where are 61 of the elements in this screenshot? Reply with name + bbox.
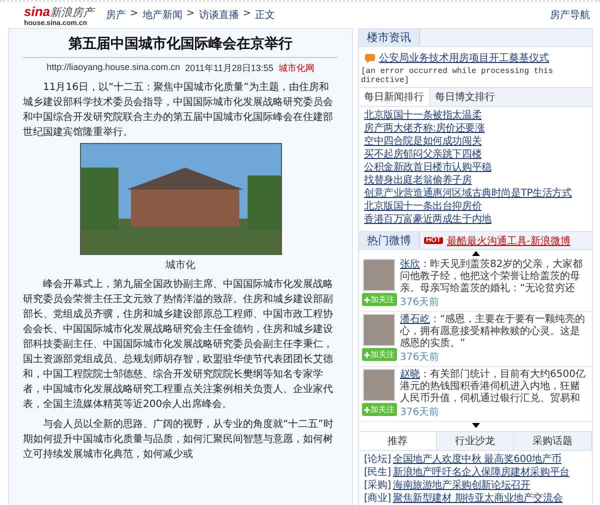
ranking-link[interactable]: 找替身出庭老翁偷养子房 bbox=[364, 175, 472, 187]
avatar-placeholder[interactable] bbox=[363, 314, 395, 346]
category-link[interactable]: [民生] bbox=[364, 467, 392, 479]
article-paragraph: 与会人员以全新的思路、广阔的视野，从专业的角度就“十二五”时期如何提升中国城市化质量与品质，如何汇聚民间智慧与意愿，如何树立可持续发展城市化典范，如何减少或 bbox=[23, 418, 334, 462]
post-time: 376天前 bbox=[400, 296, 440, 309]
topic-tab[interactable]: 采购话题 bbox=[514, 432, 592, 450]
plus-icon bbox=[364, 352, 370, 358]
ranking-link[interactable]: 空中四合院是如何成功闯关 bbox=[364, 136, 482, 148]
article-paragraph: 峰会开幕式上，第九届全国政协副主席、中国国际城市化发展战略研究委员会荣誉主任王文元致了热情洋溢的致辞。住房和城乡建设部副部长、党组成员齐骥，住房和城乡建设部原总工程师、中国市政工程协会会长、中国国际城市化发展战略研究会主任金德钧，住房和城乡建设部科技委副主任、中国国际城市化发展战略研究委员会副主任李秉仁，国土资源部党组成员、总规划师胡存智，欧盟驻华使节代表团团长艾德和，中国工程院院士邹德慈、综合开发研究院院长樊纲等知名专家学者，中国城市化发展战略研究工程重点关注案例相关负责人、企业家代表，全国主流媒体精英等近200余人出席峰会。 bbox=[23, 278, 334, 412]
post-text: 张欣：昨天见到盖茨82岁的父亲，大家都问他教子经，他把这个荣誉让给盖茨的母亲。母亲写给盖茨的婚礼：“无论贫穷还 bbox=[400, 259, 584, 295]
section-tab[interactable]: 楼市资讯 bbox=[359, 29, 420, 46]
topic-tab[interactable]: 推荐 bbox=[359, 432, 437, 450]
breadcrumb-link[interactable]: 正文 bbox=[255, 8, 276, 22]
image-caption: 城市化 bbox=[166, 258, 196, 272]
article-title: 第五届中国城市化国际峰会在京举行 bbox=[23, 35, 338, 58]
source-link[interactable]: 城市化网 bbox=[278, 62, 314, 75]
category-link[interactable]: [采购] bbox=[364, 480, 392, 492]
headline-link[interactable]: 公安局业务技术用房项目开工奠基仪式 bbox=[379, 51, 549, 65]
topic-link[interactable]: 聚焦新型建材 期待亚太商业地产交流会 bbox=[393, 493, 563, 505]
nav-link[interactable]: 房产导航 bbox=[550, 8, 590, 22]
topic-tab[interactable]: 行业沙龙 bbox=[436, 432, 514, 450]
down-arrow-icon[interactable] bbox=[472, 423, 480, 428]
post-time: 376天前 bbox=[400, 406, 440, 419]
post-time: 376天前 bbox=[400, 351, 440, 364]
user-link[interactable]: 张欣 bbox=[400, 259, 420, 270]
ranking-link[interactable]: 创意产业营造通惠河区域古典时尚是TP生活方式 bbox=[364, 188, 572, 200]
article-paragraph: 11月16日，以“十二五：聚焦中国城市化质量”为主题，由住房和城乡建设部科学技术委员会指导，中国国际城市化发展战略研究委员会和中国综合开发研究院联合主办的第五届中国城市化国际峰会在住建部世纪国建宾馆隆重举行。 bbox=[23, 80, 334, 140]
category-link[interactable]: [商业] bbox=[364, 493, 392, 505]
source-url: http://liaoyang.house.sina.com.cn bbox=[46, 62, 180, 74]
plus-icon bbox=[364, 296, 370, 302]
avatar-placeholder[interactable] bbox=[363, 369, 395, 401]
ranking-tab[interactable]: 每日博文排行 bbox=[430, 88, 500, 106]
category-link[interactable]: [论坛] bbox=[364, 454, 392, 466]
ranking-tab[interactable]: 每日新闻排行 bbox=[359, 88, 430, 106]
error-message: [an error occurred while processing this directive] bbox=[360, 67, 554, 85]
ranking-link[interactable]: 公积金新政首日楼市认购平稳 bbox=[364, 162, 492, 174]
breadcrumb-separator: > bbox=[186, 8, 195, 21]
ranking-link[interactable]: 买不起房郁闷父亲跳下四楼 bbox=[364, 149, 482, 161]
avatar-placeholder[interactable] bbox=[363, 259, 395, 291]
user-link[interactable]: 潘石屹 bbox=[400, 314, 430, 325]
up-arrow-icon[interactable] bbox=[472, 251, 480, 256]
ranking-link[interactable]: 香港百万富豪近两成生于内地 bbox=[364, 214, 492, 226]
user-link[interactable]: 赵晓 bbox=[400, 369, 420, 380]
topic-link[interactable]: 新浪地产呼吁名企入保障房建材采购平台 bbox=[393, 467, 570, 479]
breadcrumb-separator: > bbox=[130, 8, 138, 21]
topic-link[interactable]: 海南旅游地产采购创新论坛召开 bbox=[393, 480, 530, 492]
breadcrumb-link[interactable]: 地产新闻 bbox=[142, 8, 182, 22]
post-text: 赵晓：有关部门统计，目前有大约6500亿港元的热钱囤积香港伺机进入内地，狂赌人民币升值，伺机通过银行汇兑、贸易和 bbox=[400, 369, 586, 405]
ranking-link[interactable]: 北京版国十一条出台抑房价 bbox=[364, 201, 482, 213]
section-tab[interactable]: 热门微博 bbox=[359, 232, 420, 249]
topic-link[interactable]: 全国地产人欢度中秋 最高奖600地产币 bbox=[393, 454, 562, 466]
ranking-link[interactable]: 北京版国十一条被指太温柔 bbox=[364, 110, 482, 122]
plus-icon bbox=[364, 406, 370, 412]
post-text: 潘石屹：“感恩，主要在于要有一颗纯亮的心，拥有愿意接受精神救赎的心灵。这是感恩的实质。” bbox=[400, 314, 586, 350]
speech-bubble-icon bbox=[365, 54, 375, 62]
breadcrumb-link[interactable]: 房产 bbox=[106, 8, 126, 22]
ranking-link[interactable]: 房产两大佬齐称:房价还要涨 bbox=[364, 123, 485, 135]
promo-link[interactable]: 最酷最火沟通工具-新浪微博 bbox=[446, 234, 570, 248]
breadcrumb-link[interactable]: 访谈直播 bbox=[198, 8, 239, 22]
breadcrumb-separator: > bbox=[242, 8, 252, 21]
publish-date: 2011年11月28日13:55 bbox=[185, 62, 274, 75]
